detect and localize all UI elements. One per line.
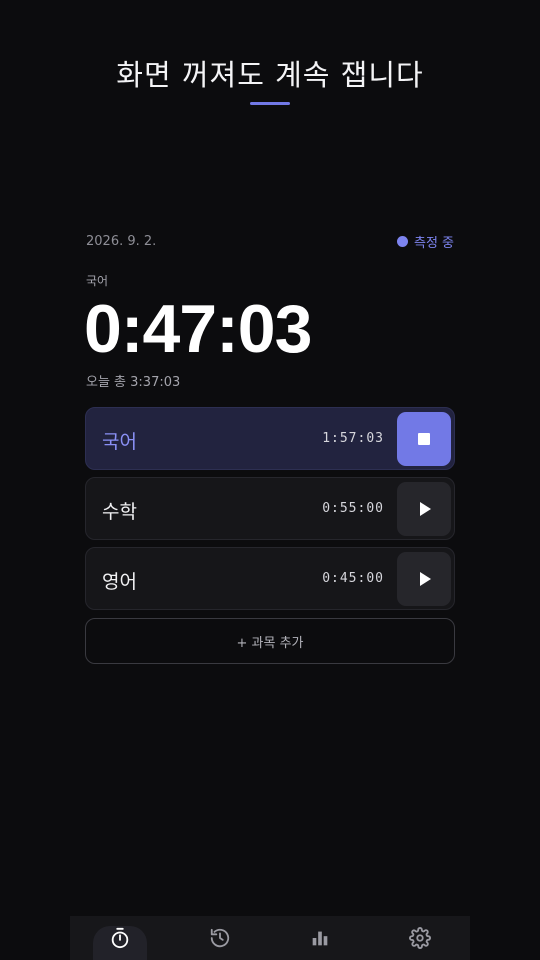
session-date: 2026. 9. 2. (86, 234, 157, 249)
subject-row-math[interactable]: 수학 0:55:00 (85, 477, 455, 540)
play-icon (420, 572, 431, 586)
current-subject-label: 국어 (86, 274, 109, 288)
stop-button[interactable] (397, 412, 451, 466)
title-underline (250, 102, 290, 105)
nav-tab-settings[interactable] (390, 916, 450, 960)
play-button[interactable] (397, 552, 451, 606)
today-total: 오늘 총 3:37:03 (86, 375, 181, 390)
page-title: 화면 꺼져도 계속 잽니다 (116, 58, 424, 92)
play-button[interactable] (397, 482, 451, 536)
nav-tab-timer[interactable] (90, 916, 150, 960)
subject-time: 0:55:00 (322, 501, 384, 516)
subject-list: 국어 1:57:03 수학 0:55:00 영어 0:45:00 (85, 407, 455, 617)
nav-tab-stats[interactable] (290, 916, 350, 960)
play-icon (420, 502, 431, 516)
gear-icon (409, 927, 431, 949)
subject-time: 1:57:03 (322, 431, 384, 446)
subject-name: 수학 (102, 501, 137, 523)
subject-row-korean[interactable]: 국어 1:57:03 (85, 407, 455, 470)
history-icon (210, 928, 230, 948)
subject-name: 영어 (102, 571, 137, 593)
status-indicator: 측정 중 (396, 232, 454, 251)
elapsed-timer: 0:47:03 (84, 291, 312, 367)
subject-time: 0:45:00 (322, 571, 384, 586)
nav-tab-history[interactable] (190, 916, 250, 960)
stopwatch-icon (111, 927, 129, 949)
bar-chart-icon (312, 931, 328, 946)
status-label: 측정 중 (413, 236, 454, 251)
bottom-nav (70, 916, 470, 960)
stop-icon (418, 433, 430, 445)
subject-name: 국어 (102, 431, 137, 453)
subject-row-english[interactable]: 영어 0:45:00 (85, 547, 455, 610)
add-subject-button[interactable]: + 과목 추가 (85, 618, 455, 664)
session-info-row: 2026. 9. 2. 측정 중 (86, 232, 454, 251)
recording-dot-icon (396, 236, 408, 247)
